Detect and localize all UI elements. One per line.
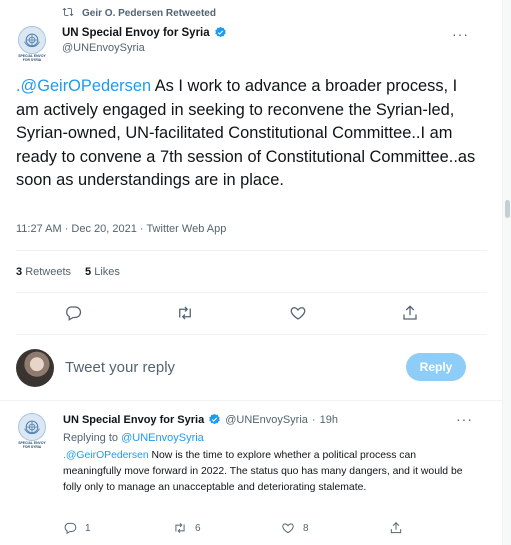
share-action[interactable] — [389, 521, 403, 535]
likes-label: Likes — [94, 266, 120, 278]
un-emblem-icon — [18, 413, 46, 441]
mention-link[interactable]: .@GeirOPedersen — [63, 450, 149, 461]
reply-action[interactable]: 1 — [63, 521, 91, 535]
reply-time[interactable]: 19h — [320, 414, 338, 426]
author-handle[interactable]: @UNEnvoySyria — [62, 42, 227, 54]
replying-prefix: Replying to — [63, 432, 119, 444]
separator-dot: · — [311, 413, 316, 426]
divider — [0, 400, 503, 401]
retweet-count: 6 — [195, 522, 201, 534]
retweet-banner: Geir O. Pedersen Retweeted — [62, 6, 216, 21]
reply-count: 1 — [85, 522, 91, 534]
retweet-banner-text[interactable]: Geir O. Pedersen Retweeted — [82, 8, 216, 19]
likes-stat[interactable]: 5 Likes — [85, 266, 120, 278]
reply-author-avatar[interactable]: SPECIAL ENVOY FOR SYRIA — [16, 413, 48, 453]
retweet-action[interactable]: 6 — [173, 521, 201, 535]
avatar-caption: SPECIAL ENVOY FOR SYRIA — [18, 441, 46, 449]
retweet-icon[interactable] — [176, 304, 194, 322]
tweet-actions — [16, 300, 487, 326]
reply-input[interactable]: Tweet your reply — [65, 359, 175, 376]
share-icon[interactable] — [401, 304, 419, 322]
reply-author-name[interactable]: UN Special Envoy for Syria — [63, 414, 204, 426]
scrollbar-track[interactable] — [503, 0, 511, 545]
like-action[interactable]: 8 — [281, 521, 309, 535]
reply-tweet-text: .@GeirOPedersen Now is the time to explo… — [63, 448, 468, 496]
retweet-icon — [175, 522, 185, 534]
user-avatar[interactable] — [16, 349, 54, 387]
author-avatar[interactable]: SPECIAL ENVOY FOR SYRIA — [16, 26, 48, 66]
reply-icon[interactable] — [64, 304, 82, 322]
reply-button[interactable]: Reply — [406, 353, 466, 381]
tweet-timestamp[interactable]: 11:27 AM · Dec 20, 2021 · Twitter Web Ap… — [16, 223, 226, 235]
likes-count: 5 — [85, 266, 92, 278]
retweets-count: 3 — [16, 266, 23, 278]
author-name[interactable]: UN Special Envoy for Syria — [62, 27, 210, 39]
divider — [16, 250, 487, 251]
verified-badge-icon — [214, 26, 226, 38]
tweet-text: .@GeirOPedersen As I work to advance a b… — [16, 75, 476, 193]
share-icon — [390, 522, 402, 534]
divider — [16, 334, 487, 335]
replying-to-link[interactable]: @UNEnvoySyria — [121, 432, 204, 444]
reply-tweet-header: UN Special Envoy for Syria @UNEnvoySyria… — [63, 413, 338, 426]
reply-composer: Tweet your reply Reply — [16, 347, 487, 391]
retweets-label: Retweets — [25, 266, 72, 278]
tweet-thread-panel: Geir O. Pedersen Retweeted SPECIAL ENVOY… — [0, 0, 503, 545]
scrollbar-thumb[interactable] — [505, 200, 510, 218]
reply-icon — [64, 522, 77, 535]
reply-author-handle[interactable]: @UNEnvoySyria — [225, 414, 308, 426]
like-count: 8 — [303, 522, 309, 534]
more-options-icon[interactable]: ··· — [456, 411, 473, 427]
more-options-icon[interactable]: ··· — [452, 26, 469, 42]
tweet-author[interactable]: UN Special Envoy for Syria @UNEnvoySyria — [62, 26, 227, 54]
engagement-stats: 3 Retweets 5 Likes — [16, 266, 120, 278]
reply-tweet[interactable]: SPECIAL ENVOY FOR SYRIA UN Special Envoy… — [0, 405, 503, 545]
reply-tweet-actions: 1 6 8 — [63, 521, 463, 539]
like-icon[interactable] — [289, 304, 307, 322]
avatar-caption: SPECIAL ENVOY FOR SYRIA — [18, 54, 46, 62]
mention-link[interactable]: .@GeirOPedersen — [16, 77, 151, 95]
divider — [16, 292, 487, 293]
retweet-icon — [62, 6, 74, 21]
like-icon — [282, 523, 294, 534]
replying-to: Replying to @UNEnvoySyria — [63, 432, 204, 444]
un-emblem-icon — [18, 26, 46, 54]
verified-badge-icon — [209, 413, 220, 425]
retweets-stat[interactable]: 3 Retweets — [16, 266, 71, 278]
